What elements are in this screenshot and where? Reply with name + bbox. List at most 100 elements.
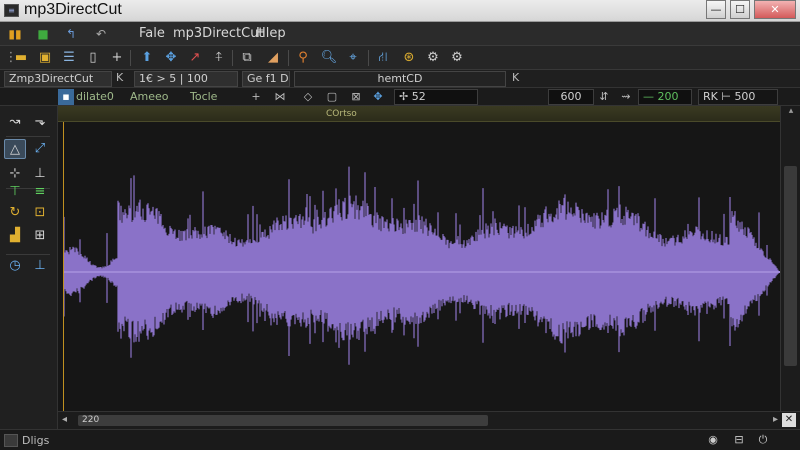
tempo-icon[interactable]: ⇝ bbox=[618, 89, 634, 105]
loop-icon[interactable]: ↻ bbox=[4, 203, 26, 223]
curve-icon[interactable]: ↝ bbox=[4, 112, 26, 132]
mode-tab-dilate[interactable]: dilate0 bbox=[76, 90, 114, 103]
move-icon[interactable]: ✥ bbox=[370, 89, 386, 105]
crop-icon[interactable]: ⧉ bbox=[238, 49, 256, 67]
mode-bar: ▪ dilate0 Ameeo Tocle + ⋈ ◇ ▢ ⊠ ✥ ✢ 52 6… bbox=[0, 88, 800, 106]
pen-icon[interactable]: ↗ bbox=[186, 49, 204, 67]
mode-indicator-icon: ▪ bbox=[58, 89, 74, 105]
prev-cue-icon[interactable]: ◇ bbox=[300, 89, 316, 105]
document-tab-time[interactable]: 1€ > 5 | 100 bbox=[134, 71, 238, 87]
ruler-label: COrtso bbox=[326, 109, 357, 119]
mdi-icon[interactable]: ▮▮ bbox=[8, 27, 22, 41]
folder-icon[interactable]: ■ bbox=[36, 27, 50, 41]
sync-icon[interactable]: ⇵ bbox=[596, 89, 612, 105]
menu-bar: ▮▮ ■ ↰ ↶ Fale mp3DirectCut Hlep bbox=[0, 22, 800, 46]
marker-left-icon[interactable]: ⊤ bbox=[4, 182, 26, 202]
network-icon[interactable]: ⛙ bbox=[374, 49, 392, 67]
add-marker-icon[interactable]: + bbox=[248, 89, 264, 105]
vertical-scrollbar[interactable]: ▴ bbox=[780, 106, 800, 411]
document-tab-name-close[interactable]: K bbox=[512, 71, 519, 84]
mode-tab-tocle[interactable]: Tocle bbox=[190, 90, 217, 103]
lock-icon[interactable]: ⊡ bbox=[29, 203, 51, 223]
scroll-right-arrow-icon[interactable]: ▸ bbox=[773, 414, 778, 425]
fade-in-icon[interactable]: ⤢ bbox=[29, 139, 51, 159]
tools-separator bbox=[6, 136, 50, 137]
zoom-icon[interactable]: 🔍︎ bbox=[320, 49, 338, 67]
toolbar: ⋮ ▬ ▣ ☰ ▯ + ⬆ ✥ ↗ ⍏ ⧉ ◢ ⚲ 🔍︎ ⌖ ⛙ ⊛ ⚙ ⚙ bbox=[0, 46, 800, 70]
stop-icon[interactable]: ▢ bbox=[324, 89, 340, 105]
maximize-button[interactable]: ☐ bbox=[730, 0, 750, 19]
grid-icon[interactable]: ⊞ bbox=[29, 226, 51, 246]
undo-icon[interactable]: ↰ bbox=[64, 27, 78, 41]
normalize-icon[interactable]: ⍏ bbox=[210, 49, 228, 67]
menu-app[interactable]: mp3DirectCut bbox=[173, 26, 264, 41]
menu-file[interactable]: Fale bbox=[139, 26, 165, 41]
locate-icon[interactable]: ⌖ bbox=[344, 49, 362, 67]
minimize-button[interactable]: — bbox=[706, 0, 726, 19]
title-bar: ≡ mp3DirectCut — ☐ ✕ bbox=[0, 0, 800, 22]
clock-icon[interactable]: ◷ bbox=[4, 256, 26, 276]
waveform-view[interactable]: COrtso bbox=[58, 106, 780, 411]
waveform[interactable] bbox=[58, 122, 780, 411]
tools-panel: ↝ ⬎ △ ⤢ ⊹ ⊥ ⊤ ≡ ↻ ⊡ ▟ ⊞ ◷ ⊥ bbox=[0, 106, 58, 429]
settings-icon[interactable]: ⚙ bbox=[448, 49, 466, 67]
waveform-signal bbox=[63, 166, 779, 365]
vertical-scroll-thumb[interactable] bbox=[784, 166, 797, 366]
select-box-icon[interactable]: ⊠ bbox=[348, 89, 364, 105]
app-icon: ≡ bbox=[4, 4, 19, 17]
position-field[interactable]: ✢ 52 bbox=[394, 89, 478, 105]
document-tab-name[interactable]: hemtCD bbox=[294, 71, 506, 87]
list-icon[interactable]: ☰ bbox=[60, 49, 78, 67]
target-icon[interactable]: ⊛ bbox=[400, 49, 418, 67]
document-tab-main[interactable]: Zmp3DirectCut bbox=[4, 71, 112, 87]
fade-right-icon[interactable]: ⬎ bbox=[29, 112, 51, 132]
start-field[interactable]: 600 bbox=[548, 89, 594, 105]
cue-icon[interactable]: ⊥ bbox=[29, 164, 51, 184]
close-view-button[interactable]: ✕ bbox=[782, 413, 796, 427]
scroll-up-arrow-icon[interactable]: ▴ bbox=[781, 106, 800, 120]
horizontal-scrollbar[interactable]: ◂ 220 ▸ ✕ bbox=[58, 411, 800, 429]
position-value: 52 bbox=[411, 90, 426, 103]
open-folder-icon[interactable]: ▬ bbox=[12, 49, 30, 67]
split-plus-icon[interactable]: ⊹ bbox=[4, 164, 26, 184]
save-icon[interactable]: ▣ bbox=[36, 49, 54, 67]
document-bar: Zmp3DirectCut K 1€ > 5 | 100 Ge f1 D hem… bbox=[0, 70, 800, 88]
mid-field[interactable]: — 200 bbox=[638, 89, 692, 105]
menu-help[interactable]: Hlep bbox=[256, 26, 286, 41]
layers-icon[interactable]: ▟ bbox=[4, 226, 26, 246]
end-field[interactable]: RK ⊢ 500 bbox=[698, 89, 778, 105]
gear-icon[interactable]: ⚙ bbox=[424, 49, 442, 67]
download-icon[interactable]: ⊥ bbox=[29, 256, 51, 276]
scroll-left-arrow-icon[interactable]: ◂ bbox=[62, 414, 67, 425]
mixer-icon[interactable]: ⊟ bbox=[732, 433, 746, 447]
power-icon[interactable]: ⏻ bbox=[756, 433, 770, 447]
toolbar-separator bbox=[368, 50, 369, 66]
split-icon[interactable]: ▯ bbox=[84, 49, 102, 67]
cut-icon[interactable]: ⬆ bbox=[138, 49, 156, 67]
status-bar: Dligs ◉ ⊟ ⏻ bbox=[0, 429, 800, 450]
record-icon[interactable]: ◉ bbox=[706, 433, 720, 447]
mode-tab-ameeo[interactable]: Ameeo bbox=[130, 90, 169, 103]
document-tab-gain[interactable]: Ge f1 D bbox=[242, 71, 290, 87]
redo-icon[interactable]: ↶ bbox=[94, 27, 108, 41]
search-icon[interactable]: ⚲ bbox=[294, 49, 312, 67]
toolbar-separator bbox=[232, 50, 233, 66]
status-text: Dligs bbox=[22, 434, 50, 447]
split-marker-icon[interactable]: ⋈ bbox=[272, 89, 288, 105]
toolbar-separator bbox=[130, 50, 131, 66]
playback-cursor[interactable] bbox=[63, 122, 64, 411]
horizontal-scroll-thumb[interactable]: 220 bbox=[78, 415, 488, 426]
mid-value: 200 bbox=[657, 90, 679, 103]
plus-icon[interactable]: + bbox=[108, 49, 126, 67]
marker-right-icon[interactable]: ≡ bbox=[29, 182, 51, 202]
end-value: 500 bbox=[734, 90, 756, 103]
end-label: RK bbox=[703, 90, 718, 103]
timeline-ruler[interactable]: COrtso bbox=[58, 106, 780, 122]
close-button[interactable]: ✕ bbox=[754, 0, 796, 19]
tools-separator bbox=[6, 254, 50, 255]
triangle-select-icon[interactable]: △ bbox=[4, 139, 26, 159]
fade-icon[interactable]: ◢ bbox=[264, 49, 282, 67]
document-tab-close[interactable]: K bbox=[116, 71, 123, 84]
window-title: mp3DirectCut bbox=[24, 1, 122, 18]
crosshair-icon[interactable]: ✥ bbox=[162, 49, 180, 67]
